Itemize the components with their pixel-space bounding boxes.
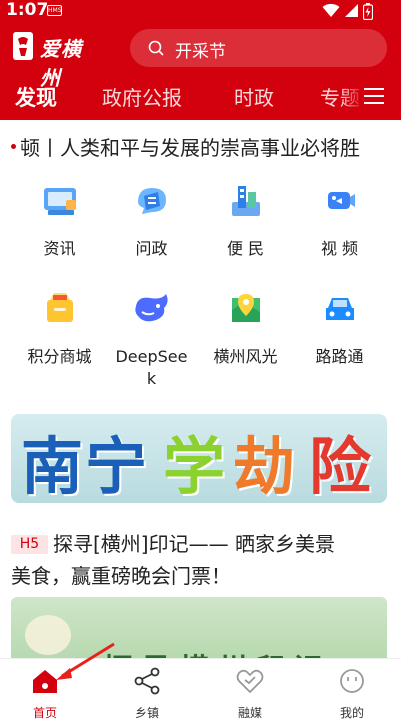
- wifi-icon: [322, 3, 340, 18]
- car-icon: [326, 298, 354, 320]
- news-icon: [44, 188, 76, 215]
- h5-badge: H5: [11, 535, 48, 554]
- service-icon: [232, 186, 260, 216]
- status-bar: 1:07 HMS: [0, 0, 401, 22]
- inquiry-icon: [138, 188, 166, 214]
- map-pin-icon: [232, 294, 260, 322]
- ticker-text: 顿丨人类和平与发展的崇高事业必将胜: [20, 136, 360, 160]
- menu-icon[interactable]: [362, 86, 386, 106]
- grid-label-deepseek-line2: k: [146, 369, 157, 388]
- battery-icon: [363, 3, 373, 20]
- article-image-heading: 探寻横州印记: [103, 645, 331, 659]
- banner-text-nanning: 南宁: [21, 430, 150, 503]
- signal-icon: [345, 4, 358, 17]
- article-title-line1: 探寻[横州]印记—— 晒家乡美景: [53, 532, 335, 556]
- banner-text-learn: 学: [163, 430, 226, 503]
- ticker-dot: [11, 144, 16, 149]
- points-mall-icon: [47, 293, 73, 322]
- status-time: 1:07: [6, 0, 49, 20]
- profile-icon: [340, 669, 364, 693]
- tab-government-bulletin[interactable]: 政府公报: [102, 82, 182, 111]
- nav-township-label: 乡镇: [134, 706, 159, 720]
- grid-label-deepseek: DeepSee k: [104, 346, 199, 390]
- service-grid: 资讯 问政 便 民 视 频 积分商城 DeepSee k 横州风光 路路通: [0, 178, 401, 398]
- tab-discover[interactable]: 发现: [15, 82, 57, 112]
- grid-label-service: 便 民: [226, 239, 265, 258]
- grid-label-video: 视 频: [320, 239, 359, 258]
- grid-label-inquiry: 问政: [135, 239, 168, 258]
- nav-media-label: 融媒: [237, 706, 262, 720]
- annotation-arrow-icon: [56, 642, 115, 680]
- grid-label-traffic: 路路通: [315, 347, 364, 366]
- banner-text-4: 险: [309, 430, 372, 503]
- nav-media[interactable]: 融媒: [200, 659, 300, 721]
- promo-banner[interactable]: 南宁 学 劫 险: [11, 414, 387, 503]
- news-ticker[interactable]: 顿丨人类和平与发展的崇高事业必将胜: [0, 120, 401, 172]
- banner-text-3: 劫: [233, 430, 296, 503]
- app-logo[interactable]: 爱横州: [12, 31, 102, 90]
- seal-logo-icon: [13, 32, 33, 60]
- nav-home-label: 首页: [32, 706, 57, 720]
- article-title-line2: 美食，赢重磅晚会门票！: [11, 564, 231, 588]
- grid-label-deepseek-line1: DeepSee: [115, 347, 188, 366]
- tab-politics[interactable]: 时政: [234, 82, 274, 111]
- top-header: 1:07 HMS 爱横州 开采节 发现 政府公报 时政: [0, 0, 401, 120]
- nav-profile-label: 我的: [339, 706, 364, 720]
- app-screen: 1:07 HMS 爱横州 开采节 发现 政府公报 时政 顿丨人类和平与发展的崇高…: [0, 0, 401, 721]
- grid-label-news: 资讯: [43, 239, 76, 258]
- grid-label-scenery: 横州风光: [213, 347, 278, 366]
- channel-tabs: 发现 政府公报 时政 专题: [0, 78, 401, 118]
- share-icon: [134, 667, 160, 695]
- search-bar[interactable]: 开采节: [130, 29, 387, 67]
- hms-icon: HMS: [47, 5, 62, 16]
- video-icon: [328, 192, 355, 209]
- deepseek-icon: [135, 294, 168, 322]
- search-placeholder: 开采节: [175, 42, 226, 62]
- grid-label-points-mall: 积分商城: [27, 347, 92, 366]
- media-heart-icon: [236, 669, 264, 694]
- nav-profile[interactable]: 我的: [302, 659, 401, 721]
- search-icon: [148, 40, 164, 56]
